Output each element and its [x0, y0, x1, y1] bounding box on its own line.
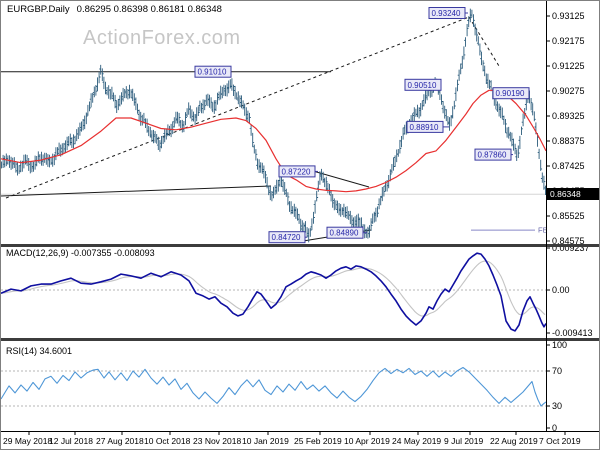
moving-average-line[interactable] [1, 89, 546, 193]
svg-text:0.88910: 0.88910 [410, 123, 439, 132]
axis-tick-label: 0.92175 [552, 36, 585, 46]
date-label: 24 May 2019 [392, 436, 441, 446]
svg-text:0.90190: 0.90190 [496, 89, 525, 98]
panel-splitter-macd[interactable] [1, 244, 599, 247]
svg-text:0.87220: 0.87220 [282, 167, 311, 176]
axis-tick-label: 30 [552, 401, 562, 411]
svg-text:0.91010: 0.91010 [198, 68, 227, 77]
rsi-indicator-label: RSI(14) 34.6001 [6, 346, 73, 356]
axis-tick-label: 0.89325 [552, 111, 585, 121]
date-label: 27 Aug 2018 [96, 436, 144, 446]
axis-tick-label: 70 [552, 366, 562, 376]
price-level-label: 0.93240 [428, 7, 468, 19]
price-level-label: 0.90510 [404, 78, 442, 91]
date-label: 10 Oct 2018 [144, 436, 191, 446]
macd-indicator-label: MACD(12,26,9) -0.007355 -0.008093 [6, 248, 155, 258]
rsi-panel[interactable] [1, 366, 546, 407]
date-label: 29 May 2018 [3, 436, 52, 446]
date-label: 10 Jan 2019 [242, 436, 289, 446]
price-level-label: 0.84720 [268, 231, 307, 244]
price-panel[interactable]: FE 100.0 0.91010 0.93240 0.90510 0.90190 0.88… [1, 7, 568, 244]
date-label: 10 Apr 2019 [344, 436, 390, 446]
svg-text:0.90510: 0.90510 [408, 81, 437, 90]
axis-tick-label: 0.88375 [552, 136, 585, 146]
time-axis-divider [1, 431, 599, 432]
rsi-line [1, 366, 546, 407]
svg-text:0.84890: 0.84890 [330, 229, 359, 238]
time-axis: 29 May 201812 Jul 2018 27 Aug 2018 10 Oct … [3, 432, 581, 446]
chart-canvas[interactable]: FE 100.0 0.91010 0.93240 0.90510 0.90190 0.88… [1, 1, 600, 450]
axis-tick-label: 0.93125 [552, 11, 585, 21]
date-label: 25 Feb 2019 [294, 436, 342, 446]
price-axis: 0.93125 0.92175 0.91225 0.90275 0.89325 0.883… [546, 11, 593, 433]
svg-text:0.87860: 0.87860 [478, 151, 507, 160]
current-price-tag: 0.86348 [547, 188, 599, 200]
dashed-trendline[interactable] [5, 16, 470, 199]
macd-panel[interactable] [1, 252, 546, 332]
date-label: 7 Oct 2019 [539, 436, 581, 446]
axis-tick-label: 0.90275 [552, 86, 585, 96]
panel-splitter-rsi[interactable] [1, 338, 599, 341]
date-label: 9 Jul 2019 [444, 436, 483, 446]
axis-tick-label: 0.85525 [552, 211, 585, 221]
ohlc-bars[interactable] [1, 8, 546, 243]
macd-signal-line [1, 260, 546, 317]
axis-tick-label: 0.87425 [552, 161, 585, 171]
axis-tick-label: 100 [552, 340, 567, 350]
chart-window: EURGBP.Daily 0.86295 0.86398 0.86181 0.86… [0, 0, 600, 450]
price-level-label: 0.87220 [278, 165, 318, 178]
axis-tick-label: 0.91225 [552, 61, 585, 71]
price-level-label: 0.88910 [406, 120, 449, 133]
fib-extension-label: FE 100.0 [538, 226, 568, 235]
date-label: 23 Nov 2018 [193, 436, 241, 446]
date-label: 12 Jul 2018 [49, 436, 93, 446]
price-axis-divider [546, 1, 547, 431]
date-label: 22 Aug 2019 [490, 436, 538, 446]
price-level-label: 0.91010 [194, 65, 232, 78]
price-level-label: 0.87860 [474, 148, 513, 161]
svg-text:0.93240: 0.93240 [432, 9, 461, 18]
axis-tick-label: 0.00 [552, 285, 570, 295]
price-level-label: 0.90190 [492, 87, 530, 100]
macd-main-line [1, 252, 546, 332]
axis-tick-label: -0.009413 [552, 328, 593, 338]
svg-text:0.84720: 0.84720 [272, 233, 301, 242]
price-level-label: 0.84890 [326, 226, 367, 239]
